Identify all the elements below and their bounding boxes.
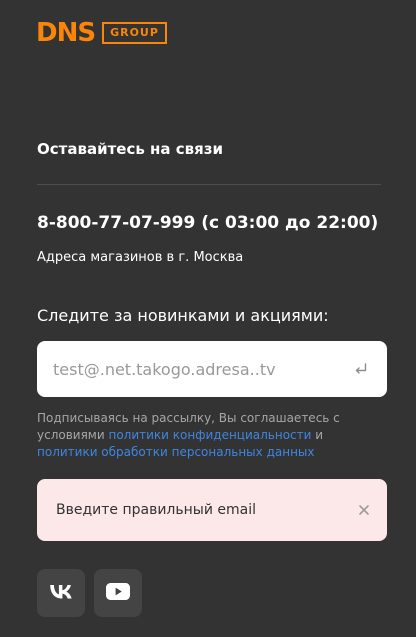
personal-data-policy-link[interactable]: политики обработки персональных данных: [37, 445, 315, 459]
divider: [37, 184, 381, 185]
enter-return-icon[interactable]: [351, 359, 371, 379]
youtube-icon: [106, 582, 130, 604]
subscribe-disclaimer: Подписываясь на рассылку, Вы соглашаетес…: [37, 410, 381, 461]
disclaimer-and: и: [311, 428, 324, 442]
contacts-title: Оставайтесь на связи: [37, 140, 223, 158]
youtube-button[interactable]: [94, 569, 142, 617]
email-input[interactable]: [53, 359, 351, 379]
vk-button[interactable]: [37, 569, 85, 617]
social-links: [37, 569, 142, 617]
phone-number[interactable]: 8-800-77-07-999 (с 03:00 до 22:00): [37, 213, 378, 233]
error-message: Введите правильный email: [56, 502, 256, 518]
stores-address-link[interactable]: Адреса магазинов в г. Москва: [37, 250, 243, 265]
vk-icon: [50, 584, 72, 603]
email-subscribe-form: [37, 341, 387, 397]
close-icon[interactable]: [359, 502, 369, 518]
subscribe-heading: Следите за новинками и акциями:: [37, 306, 329, 325]
logo-brand: DNS: [36, 18, 96, 48]
error-notification: Введите правильный email: [37, 479, 387, 541]
dns-group-logo[interactable]: DNS GROUP: [36, 18, 167, 48]
logo-suffix: GROUP: [102, 22, 167, 44]
privacy-policy-link[interactable]: политики конфиденциальности: [108, 428, 311, 442]
